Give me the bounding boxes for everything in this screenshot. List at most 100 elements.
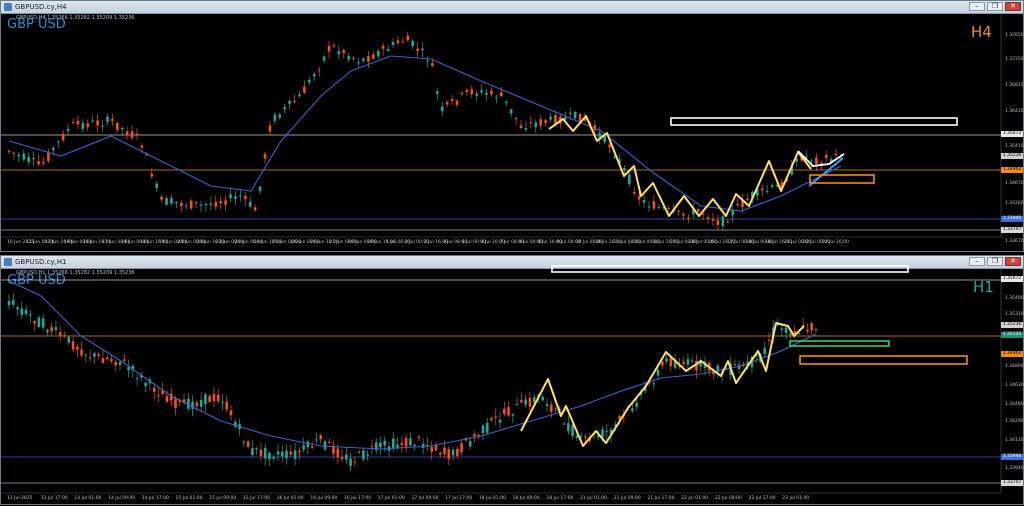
candle-body	[409, 438, 412, 446]
candle-body	[541, 396, 545, 401]
candle-body	[460, 92, 464, 94]
candle-body	[696, 209, 700, 212]
candle-body	[465, 89, 469, 93]
price-tag-orange: 1.34902	[1001, 351, 1023, 357]
candle-body	[763, 348, 767, 354]
candle-body	[336, 448, 340, 458]
h4-chart-window[interactable]: GBPUSD.cy,H4 – ❐ ✕ GBPUSD,H4 1.35266 1.3…	[0, 0, 1024, 252]
candle-body	[440, 106, 444, 112]
candle-body	[417, 436, 421, 438]
candle-body	[608, 144, 611, 148]
candle-body	[80, 349, 83, 356]
candle-body	[125, 131, 129, 136]
candle-body	[303, 86, 306, 93]
candle-body	[443, 447, 446, 455]
candle-body	[528, 397, 532, 407]
price-axis-label: 1.37650	[1005, 33, 1024, 38]
price-axis-label: 1.35490	[1005, 296, 1024, 301]
candle-body	[706, 217, 710, 219]
candle-body	[22, 153, 26, 160]
candle-body	[665, 358, 668, 362]
candle-body	[52, 147, 55, 151]
candle-body	[379, 442, 382, 448]
candle-body	[632, 191, 636, 194]
candle-body	[204, 203, 208, 206]
time-axis-label: 15 Jul 17:00	[242, 496, 270, 501]
candle-body	[221, 401, 224, 403]
zigzag-drawing	[548, 115, 812, 217]
h4-price-chart[interactable]	[1, 1, 1024, 253]
candle-body	[116, 122, 119, 130]
candle-body	[353, 461, 357, 463]
candle-body	[255, 448, 258, 450]
candle-body	[701, 213, 705, 215]
price-tag-cur: 1.35236	[1001, 322, 1023, 328]
candle-body	[110, 359, 113, 362]
candle-body	[411, 40, 414, 47]
time-axis-label: 22 Jul 17:00	[748, 496, 776, 501]
candle-body	[127, 367, 130, 371]
candle-body	[155, 183, 158, 189]
candle-body	[623, 168, 626, 170]
candle-body	[84, 354, 88, 356]
candle-body	[495, 97, 498, 99]
candle-body	[504, 101, 508, 103]
candle-body	[549, 404, 553, 412]
candle-body	[733, 363, 737, 365]
time-axis-label: 17 Jul 09:00	[411, 496, 439, 501]
time-axis-label: 21 Jul 17:00	[647, 496, 675, 501]
price-axis-label: 1.34110	[1005, 438, 1024, 443]
price-axis-label: 1.35310	[1005, 312, 1024, 317]
candle-body	[135, 133, 139, 135]
candle-body	[234, 196, 237, 199]
candle-body	[315, 439, 318, 441]
price-axis-label: 1.34290	[1005, 419, 1024, 424]
price-axis-label: 1.36410	[1005, 109, 1024, 114]
price-tag-white: 1.35672	[1001, 131, 1023, 137]
candle-body	[229, 410, 233, 416]
candle-body	[637, 196, 641, 200]
candle-body	[357, 62, 360, 64]
candle-body	[165, 198, 168, 205]
h1-price-chart[interactable]	[1, 256, 1024, 506]
candle-body	[716, 220, 720, 225]
candle-body	[682, 362, 685, 364]
h1-chart-window[interactable]: GBPUSD.cy,H1 – ❐ ✕ GBPUSD,H1 1.35266 1.3…	[0, 255, 1024, 505]
candle-body	[514, 118, 518, 120]
candle-body	[214, 201, 218, 207]
candle-body	[436, 91, 439, 94]
candle-body	[631, 408, 634, 411]
candle-body	[20, 308, 24, 315]
candle-body	[246, 441, 250, 447]
candle-body	[584, 436, 587, 438]
candle-body	[212, 393, 216, 402]
candle-body	[111, 119, 114, 121]
candle-body	[29, 314, 32, 316]
candle-body	[71, 341, 75, 350]
candle-body	[726, 221, 730, 223]
time-axis-label: 16 Jul 17:00	[344, 496, 372, 501]
time-axis-label: 17 Jul 01:00	[377, 496, 405, 501]
candle-body	[298, 450, 301, 453]
candle-body	[568, 112, 572, 114]
candle-body	[37, 317, 41, 327]
candle-body	[760, 188, 764, 191]
candle-body	[76, 120, 80, 125]
candle-body	[573, 111, 577, 119]
candle-body	[239, 195, 242, 197]
candle-body	[251, 448, 254, 456]
candle-body	[450, 99, 454, 102]
candle-body	[293, 450, 297, 459]
candle-body	[244, 195, 247, 199]
candle-body	[135, 378, 139, 380]
candle-body	[396, 444, 399, 448]
candle-body	[225, 401, 229, 410]
time-axis-label: 11 Jul 2025	[7, 496, 33, 501]
candle-body	[347, 55, 350, 60]
candle-body	[814, 329, 818, 331]
candle-body	[396, 40, 400, 44]
candle-body	[33, 321, 36, 324]
price-axis-label: 1.37250	[1005, 57, 1024, 62]
candle-body	[404, 437, 408, 447]
price-tag-orange: 1.34902	[1001, 167, 1023, 173]
